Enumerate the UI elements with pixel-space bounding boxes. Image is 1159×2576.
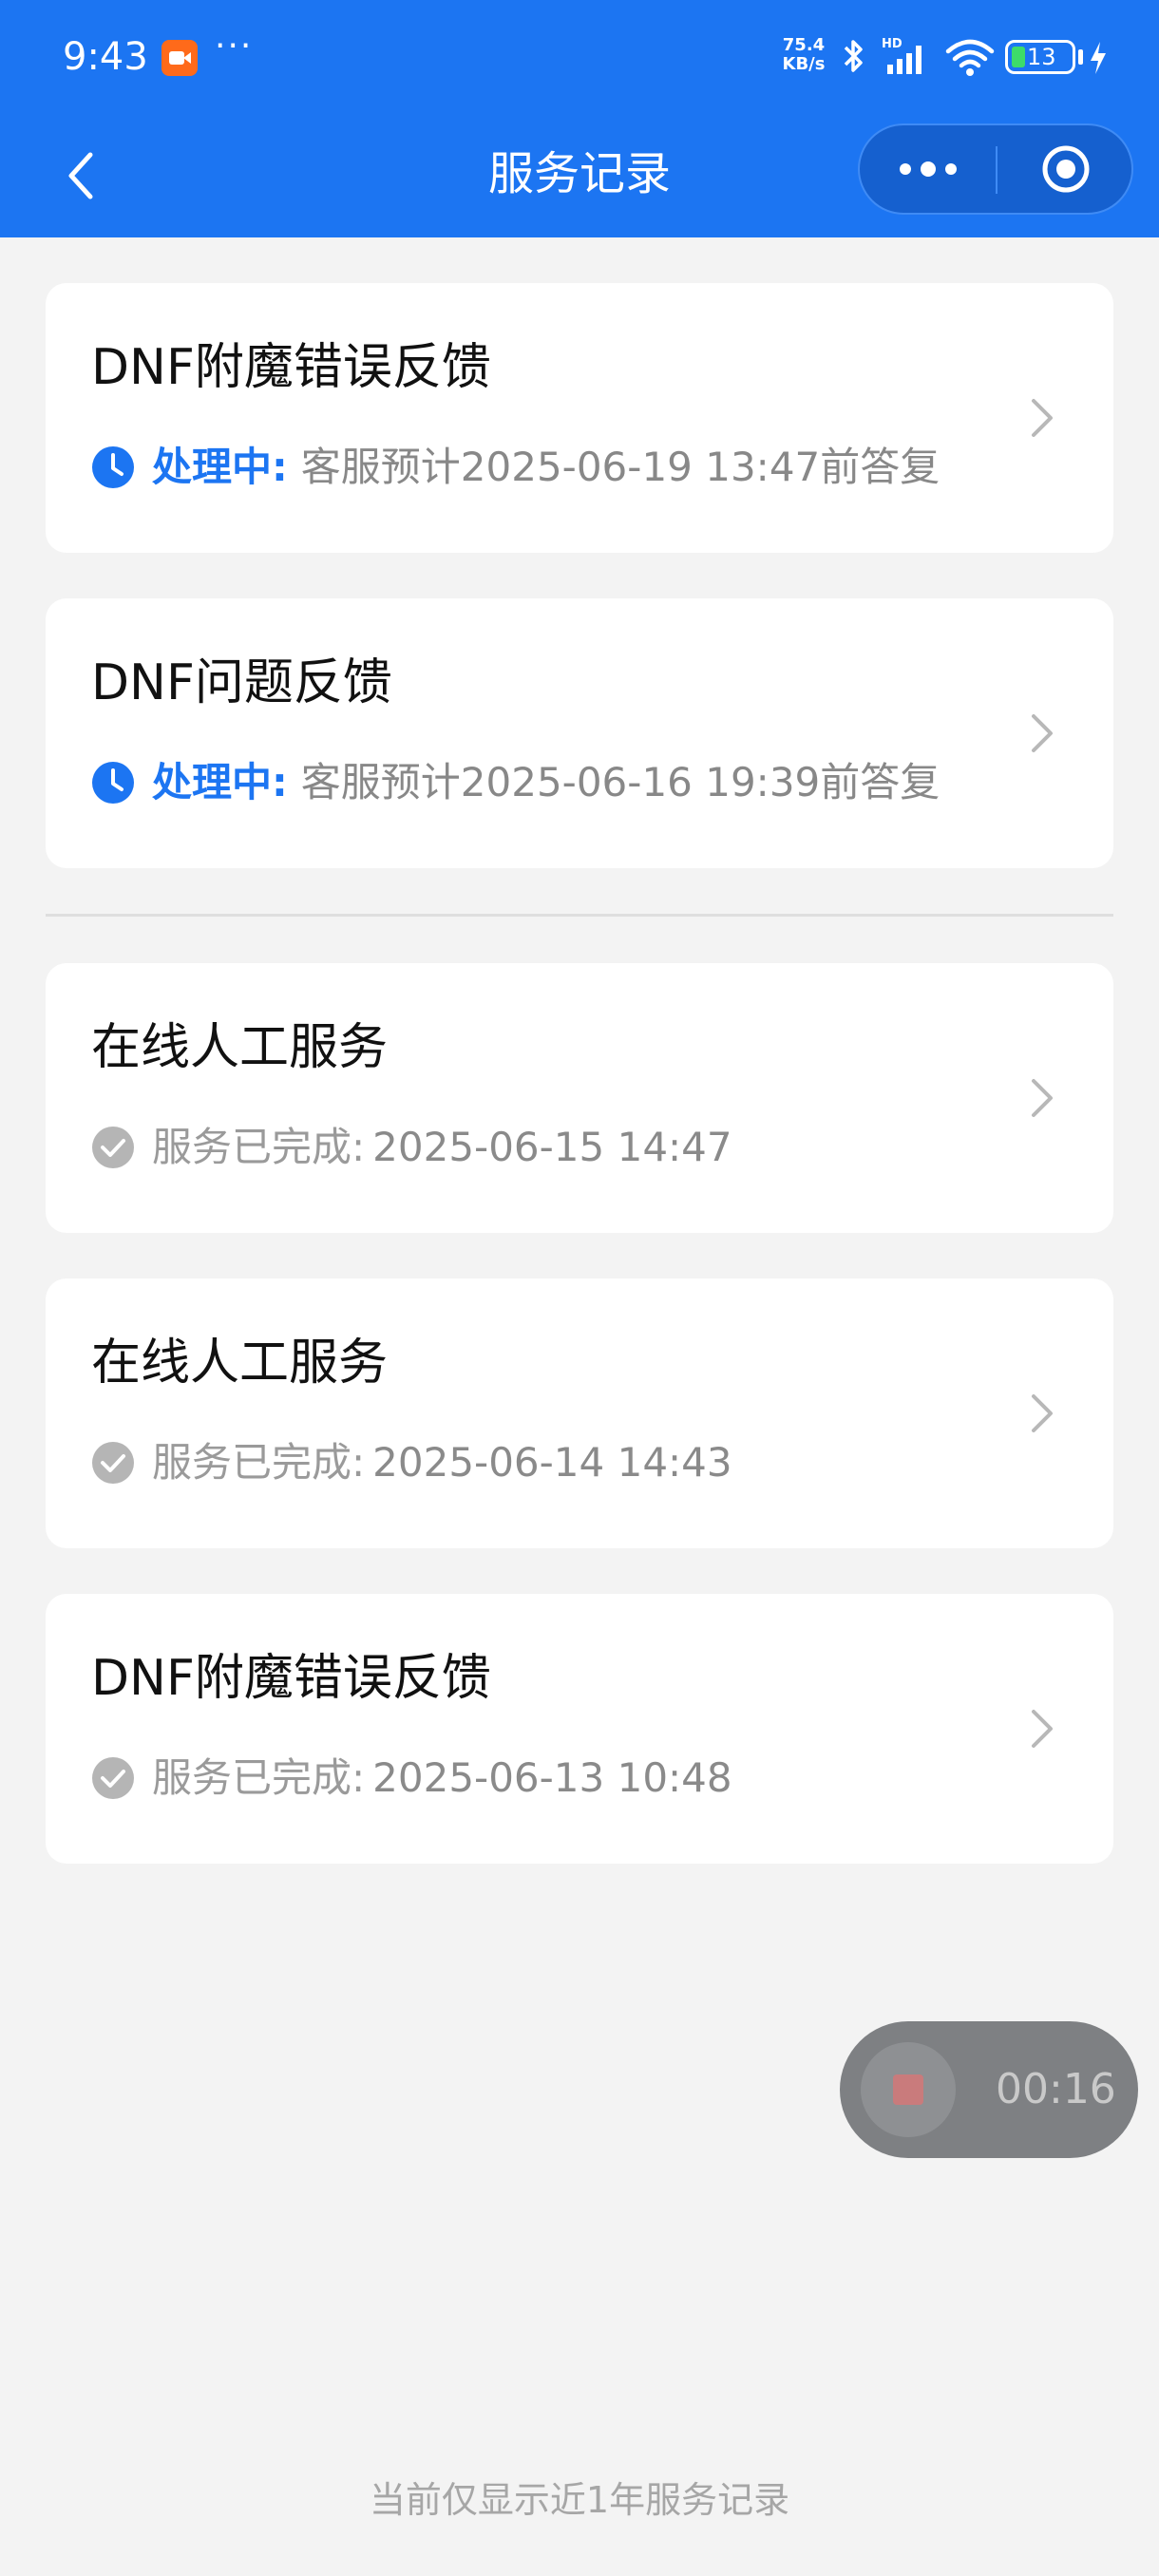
status-detail: 2025-06-15 14:47 — [372, 1124, 732, 1170]
record-status: 服务已完成: 2025-06-15 14:47 — [91, 1119, 732, 1176]
capsule-close-button[interactable] — [998, 125, 1133, 213]
stop-recording-button[interactable] — [861, 2042, 956, 2137]
status-more-icon: ··· — [215, 27, 254, 66]
service-record-card[interactable]: DNF附魔错误反馈 处理中: 客服预计2025-06-19 13:47前答复 — [46, 283, 1113, 553]
svg-text:HD: HD — [882, 37, 902, 51]
record-status: 处理中: 客服预计2025-06-19 13:47前答复 — [91, 439, 940, 496]
status-label: 服务已完成: — [152, 1754, 366, 1801]
navigation-bar: 服务记录 — [0, 114, 1159, 237]
record-title: 在线人工服务 — [91, 1019, 389, 1076]
hd-signal-icon: HD — [882, 37, 922, 74]
chevron-right-icon — [1032, 1710, 1053, 1748]
network-speed-unit: KB/s — [782, 54, 826, 74]
recorder-app-icon — [162, 40, 198, 76]
check-circle-icon — [92, 1757, 134, 1799]
clock-icon — [92, 762, 134, 804]
record-status: 处理中: 客服预计2025-06-16 19:39前答复 — [91, 754, 940, 811]
battery-icon: 13 — [1005, 40, 1075, 74]
status-label: 服务已完成: — [152, 1124, 366, 1170]
battery-fill — [1012, 47, 1025, 67]
screen-recording-widget[interactable]: 00:16 — [840, 2021, 1138, 2158]
status-detail: 客服预计2025-06-19 13:47前答复 — [300, 444, 940, 490]
section-divider — [46, 914, 1113, 917]
status-detail: 客服预计2025-06-16 19:39前答复 — [300, 759, 940, 805]
record-title: 在线人工服务 — [91, 1335, 389, 1392]
footer-note: 当前仅显示近1年服务记录 — [369, 2479, 790, 2521]
status-bar: 9:43 ··· 75.4 KB/s HD 13 — [0, 0, 1159, 114]
chevron-right-icon — [1032, 1079, 1053, 1117]
network-speed-value: 75.4 — [782, 35, 826, 55]
capsule-more-button[interactable] — [860, 125, 996, 213]
record-status: 服务已完成: 2025-06-14 14:43 — [91, 1434, 732, 1491]
target-close-icon — [1042, 145, 1089, 193]
status-detail: 2025-06-13 10:48 — [372, 1754, 732, 1801]
mini-program-capsule — [858, 123, 1133, 215]
service-record-card[interactable]: DNF问题反馈 处理中: 客服预计2025-06-16 19:39前答复 — [46, 598, 1113, 868]
service-record-card[interactable]: 在线人工服务 服务已完成: 2025-06-15 14:47 — [46, 963, 1113, 1233]
app-header: 9:43 ··· 75.4 KB/s HD 13 服务记录 — [0, 0, 1159, 237]
charging-icon — [1091, 42, 1106, 74]
chevron-right-icon — [1032, 399, 1053, 437]
clock-icon — [92, 446, 134, 488]
bluetooth-icon — [844, 40, 863, 72]
battery-level: 13 — [1027, 44, 1056, 70]
status-detail: 2025-06-14 14:43 — [372, 1439, 732, 1486]
record-status: 服务已完成: 2025-06-13 10:48 — [91, 1750, 732, 1807]
service-record-card[interactable]: DNF附魔错误反馈 服务已完成: 2025-06-13 10:48 — [46, 1594, 1113, 1864]
status-time: 9:43 — [63, 35, 148, 79]
recording-timer: 00:16 — [996, 2065, 1116, 2113]
check-circle-icon — [92, 1442, 134, 1484]
network-speed: 75.4 KB/s — [777, 36, 830, 74]
chevron-right-icon — [1032, 1394, 1053, 1432]
record-title: DNF附魔错误反馈 — [91, 1650, 491, 1707]
status-label: 服务已完成: — [152, 1439, 366, 1486]
chevron-right-icon — [1032, 714, 1053, 752]
service-record-card[interactable]: 在线人工服务 服务已完成: 2025-06-14 14:43 — [46, 1279, 1113, 1548]
record-title: DNF问题反馈 — [91, 654, 392, 711]
more-dots-icon — [899, 161, 957, 177]
battery-cap — [1078, 49, 1083, 65]
record-title: DNF附魔错误反馈 — [91, 339, 491, 396]
wifi-icon — [945, 39, 995, 76]
status-label: 处理中: — [152, 444, 288, 490]
status-label: 处理中: — [152, 759, 288, 805]
check-circle-icon — [92, 1127, 134, 1168]
